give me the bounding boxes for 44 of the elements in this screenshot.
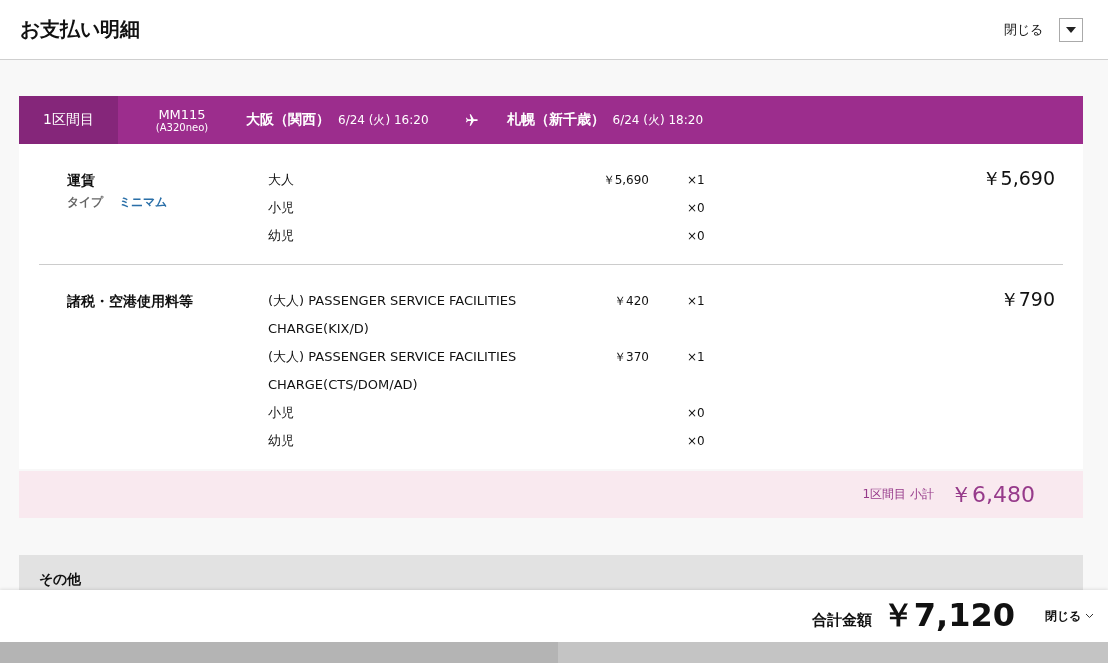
type-label: タイプ [67,194,103,211]
quantity: ×0 [687,433,705,449]
line-item-name: (大人) PASSENGER SERVICE FACILITIES CHARGE(CTS/DOM/AD) [268,348,518,394]
segment-label: 1区間目 [19,96,118,144]
chevron-down-icon [1085,613,1094,619]
caret-icon [1066,26,1076,33]
line-item-name: 大人 [268,171,295,189]
section-total: ￥5,690 [981,167,1055,189]
quantity: ×0 [687,200,705,216]
section-title: 運賃 [67,171,96,190]
unit-price: ￥370 [614,350,649,364]
page-title: お支払い明細 [20,16,140,43]
line-item-name: 小児 [268,199,295,217]
unit-price: ￥5,690 [602,173,649,187]
total-label: 合計金額 [811,610,872,630]
section-total: ￥790 [999,288,1055,310]
quantity: ×1 [687,172,705,188]
collapse-button[interactable] [1059,17,1083,42]
arrival-time: 6/24 (火) 18:20 [612,111,704,129]
line-item-name: 幼児 [268,432,295,450]
airplane-icon [464,113,479,127]
quantity: ×1 [687,349,705,365]
quantity: ×0 [687,228,705,244]
type-value: ミニマム [119,194,167,211]
line-item-name: 小児 [268,404,295,422]
total-amount: ￥7,120 [881,595,1015,636]
flight-number: MM115 [158,107,206,122]
unit-price: ￥420 [614,294,649,308]
line-item-name: (大人) PASSENGER SERVICE FACILITIES CHARGE(KIX/D) [268,292,518,338]
arrival-airport: 札幌（新千歳） [506,111,605,129]
close-link[interactable]: 閉じる [1004,20,1043,39]
departure-time: 6/24 (火) 16:20 [338,111,429,129]
quantity: ×1 [687,293,705,309]
quantity: ×0 [687,405,705,421]
section-title: その他 [39,571,81,587]
aircraft-type: (A320neo) [155,122,209,133]
subtotal-amount: ￥6,480 [950,480,1035,509]
departure-airport: 大阪（関西） [246,111,330,129]
back-button[interactable] [0,642,558,663]
section-title: 諸税・空港使用料等 [67,292,194,311]
next-button[interactable] [558,642,1108,663]
line-item-name: 幼児 [268,227,295,245]
subtotal-label: 1区間目 小計 [862,486,934,503]
close-link[interactable]: 閉じる [1045,607,1094,625]
